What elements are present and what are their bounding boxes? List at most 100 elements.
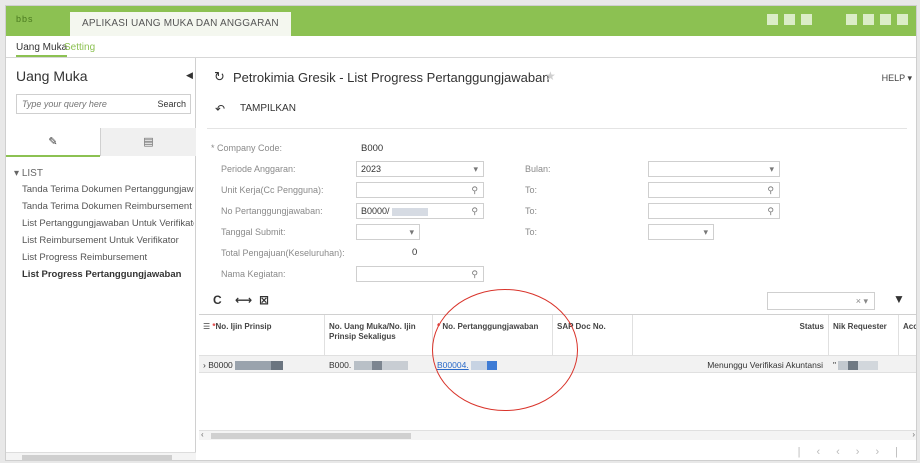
next-page-icon[interactable]: › — [856, 446, 876, 458]
cell-no-ijin: › B0000 — [199, 356, 325, 374]
sidebar-search-button[interactable]: Search — [157, 99, 186, 109]
no-pj-label: No Pertanggungjawaban: — [221, 206, 323, 216]
top-control-block[interactable] — [846, 14, 857, 25]
to-unit-label: To: — [525, 185, 538, 195]
select-all-icon[interactable]: ☰ — [203, 322, 212, 331]
collapse-sidebar-icon[interactable]: ◀ — [186, 70, 193, 81]
to-tanggal-label: To: — [525, 227, 538, 237]
to-tanggal-date[interactable]: ▾ — [648, 224, 714, 240]
tanggal-submit-label: Tanggal Submit: — [221, 227, 286, 237]
refresh-icon[interactable]: ↻ — [214, 69, 225, 85]
app-title-tab[interactable]: APLIKASI UANG MUKA DAN ANGGARAN — [70, 12, 291, 36]
sidebar-title: Uang Muka — [16, 68, 88, 84]
search-icon: ⚲ — [767, 206, 774, 216]
menu-bar: Uang Muka Setting — [6, 36, 916, 58]
bulan-label: Bulan: — [525, 164, 551, 174]
menu-uang-muka[interactable]: Uang Muka — [16, 42, 68, 57]
top-control-block[interactable] — [801, 14, 812, 25]
grid-toolbar: C ⟷ ⊠ × ▾ ▼ — [207, 290, 913, 312]
top-control-block[interactable] — [767, 14, 778, 25]
top-control-block[interactable] — [863, 14, 874, 25]
sidebar-item-list-pj-verifikator[interactable]: List Pertanggungjawaban Untuk Verifikato… — [22, 218, 194, 229]
help-menu[interactable]: HELP ▾ — [882, 73, 912, 84]
main-panel: ↻ Petrokimia Gresik - List Progress Pert… — [197, 58, 916, 460]
clear-search-icon[interactable]: × ▾ — [856, 296, 868, 307]
chevron-down-icon: ▾ — [473, 164, 478, 174]
back-arrow-icon[interactable]: ↶ — [215, 102, 225, 116]
cell-no-uang-muka: B000. — [325, 356, 433, 374]
search-icon: ⚲ — [471, 206, 478, 216]
scroll-right-icon[interactable]: › — [912, 430, 915, 439]
tab-reports[interactable]: ▤ — [101, 128, 196, 156]
prev-page-icon[interactable]: ‹ — [836, 446, 856, 458]
search-icon: ⚲ — [471, 185, 478, 195]
company-code-value: B000 — [361, 143, 384, 154]
top-user-controls — [767, 14, 908, 25]
no-pj-input[interactable]: B0000/⚲ — [356, 203, 484, 219]
first-page-icon[interactable]: |‹ — [798, 446, 837, 458]
sidebar-item-progress-pj[interactable]: List Progress Pertanggungjawaban — [22, 269, 194, 280]
export-excel-icon[interactable]: ⊠ — [259, 293, 269, 307]
total-pengajuan-label: Total Pengajuan(Keseluruhan): — [221, 248, 345, 258]
search-icon: ⚲ — [767, 185, 774, 195]
grid-refresh-icon[interactable]: C — [213, 293, 222, 307]
scroll-left-icon[interactable]: ‹ — [201, 430, 204, 439]
top-control-block[interactable] — [784, 14, 795, 25]
periode-select[interactable]: 2023 ▾ — [356, 161, 484, 177]
sidebar-search-input[interactable] — [17, 95, 147, 113]
top-control-block[interactable] — [897, 14, 908, 25]
grid-search-input[interactable]: × ▾ — [767, 292, 875, 310]
nama-kegiatan-label: Nama Kegiatan: — [221, 269, 286, 279]
search-icon: ⚲ — [471, 269, 478, 279]
highlight-circle — [432, 289, 578, 411]
to-unit-input[interactable]: ⚲ — [648, 182, 780, 198]
app-logo: bbs — [16, 14, 34, 24]
column-header-status[interactable]: Status — [633, 315, 829, 355]
chevron-down-icon: ▾ — [769, 164, 774, 174]
tampilkan-button[interactable]: TAMPILKAN — [240, 103, 296, 114]
grid-scrollbar[interactable]: ‹ › — [199, 430, 916, 440]
sidebar-search: Search — [16, 94, 191, 114]
last-page-icon[interactable]: ›| — [875, 446, 914, 458]
chevron-down-icon: ▾ — [14, 168, 22, 179]
column-header-nik[interactable]: Nik Requester — [829, 315, 899, 355]
column-header-no-ijin[interactable]: ☰ *No. Ijin Prinsip — [199, 315, 325, 355]
periode-label: Periode Anggaran: — [221, 164, 296, 174]
cell-status: Menunggu Verifikasi Akuntansi — [707, 360, 823, 370]
top-bar: bbs APLIKASI UANG MUKA DAN ANGGARAN — [6, 6, 916, 36]
column-header-acc[interactable]: Acc — [899, 315, 916, 355]
to-pj-input[interactable]: ⚲ — [648, 203, 780, 219]
nama-kegiatan-input[interactable]: ⚲ — [356, 266, 484, 282]
to-pj-label: To: — [525, 206, 538, 216]
company-code-label: * Company Code: — [211, 143, 283, 153]
pager: |‹‹››| — [798, 446, 914, 458]
unit-kerja-label: Unit Kerja(Cc Pengguna): — [221, 185, 324, 195]
sidebar-tabs: ✎ ▤ — [6, 128, 196, 157]
bulan-select[interactable]: ▾ — [648, 161, 780, 177]
pencil-icon: ✎ — [48, 136, 58, 148]
page-title: Petrokimia Gresik - List Progress Pertan… — [233, 70, 550, 85]
menu-setting[interactable]: Setting — [64, 42, 95, 53]
chart-icon: ▤ — [143, 136, 154, 148]
sidebar-item-progress-reimbursement[interactable]: List Progress Reimbursement — [22, 252, 194, 263]
favorite-star-icon[interactable]: ★ — [545, 69, 556, 83]
app-window: bbs APLIKASI UANG MUKA DAN ANGGARAN Uang… — [5, 5, 917, 461]
tab-edit[interactable]: ✎ — [6, 128, 101, 157]
top-control-block[interactable] — [880, 14, 891, 25]
sidebar: Uang Muka ◀ Search ✎ ▤ ▾ LIST Tanda Teri… — [6, 58, 196, 460]
chevron-down-icon: ▾ — [409, 227, 414, 237]
chevron-down-icon: ▾ — [703, 227, 708, 237]
sidebar-item-list-reimbursement-verifikator[interactable]: List Reimbursement Untuk Verifikator — [22, 235, 194, 246]
filter-icon[interactable]: ▼ — [893, 292, 905, 306]
sidebar-item-tanda-terima-pj[interactable]: Tanda Terima Dokumen Pertanggungjawab — [22, 184, 194, 195]
sidebar-item-tanda-terima-reimbursement[interactable]: Tanda Terima Dokumen Reimbursement — [22, 201, 194, 212]
filter-form: * Company Code: B000 Periode Anggaran: 2… — [207, 128, 907, 288]
sidebar-group-list[interactable]: ▾ LIST — [14, 168, 43, 179]
unit-kerja-input[interactable]: ⚲ — [356, 182, 484, 198]
column-header-no-uang-muka[interactable]: No. Uang Muka/No. Ijin Prinsip Sekaligus — [325, 315, 433, 355]
sidebar-scrollbar[interactable] — [6, 452, 196, 460]
tanggal-submit-date[interactable]: ▾ — [356, 224, 420, 240]
total-pengajuan-value: 0 — [412, 247, 418, 258]
cell-nik: " — [829, 356, 916, 374]
fit-columns-icon[interactable]: ⟷ — [235, 293, 252, 307]
